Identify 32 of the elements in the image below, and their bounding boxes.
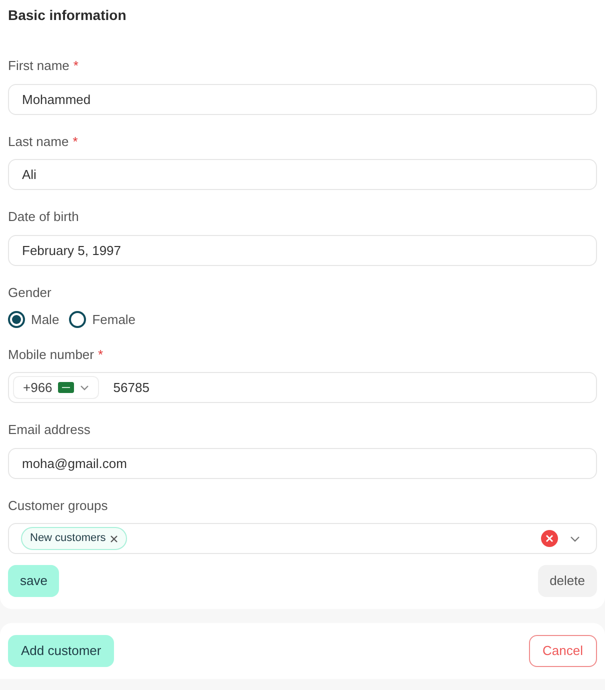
save-button[interactable]: save xyxy=(8,565,60,597)
field-label: Last name xyxy=(8,132,69,150)
radio-option[interactable]: Male xyxy=(8,310,60,330)
text-field[interactable]: Mohammed xyxy=(8,84,597,114)
close-icon[interactable] xyxy=(110,534,118,542)
radio-button[interactable] xyxy=(8,311,25,328)
text-field[interactable]: Ali xyxy=(8,159,597,190)
required-mark: * xyxy=(73,57,78,75)
flag-icon xyxy=(58,382,74,393)
chevron-down-icon xyxy=(80,384,90,390)
text-field[interactable]: February 5, 1997 xyxy=(8,234,597,266)
radio-button[interactable] xyxy=(69,311,86,328)
tags-select[interactable]: New customers xyxy=(8,523,597,554)
radio-option[interactable]: Female xyxy=(69,310,136,330)
phone-field[interactable]: +966 56785 xyxy=(8,372,597,403)
delete-button[interactable]: delete xyxy=(538,565,597,597)
field-label: Customer groups xyxy=(8,496,108,515)
tag-chip[interactable]: New customers xyxy=(21,527,127,550)
required-mark: * xyxy=(98,346,104,364)
field-label: First name xyxy=(8,57,70,75)
field-label: Mobile number xyxy=(8,346,94,364)
clear-icon[interactable] xyxy=(541,530,558,547)
phone-number: 56785 xyxy=(113,378,150,397)
chevron-down-icon[interactable] xyxy=(570,536,580,542)
add-customer-button[interactable]: Add customer xyxy=(8,635,114,667)
country-code-select[interactable]: +966 xyxy=(13,376,100,399)
field-label: Email address xyxy=(8,421,90,439)
required-mark: * xyxy=(72,132,78,150)
field-label: Gender xyxy=(8,284,52,302)
section-title: Basic information xyxy=(8,6,128,25)
text-field[interactable]: moha@gmail.com xyxy=(8,448,597,478)
field-label: Date of birth xyxy=(8,208,79,226)
